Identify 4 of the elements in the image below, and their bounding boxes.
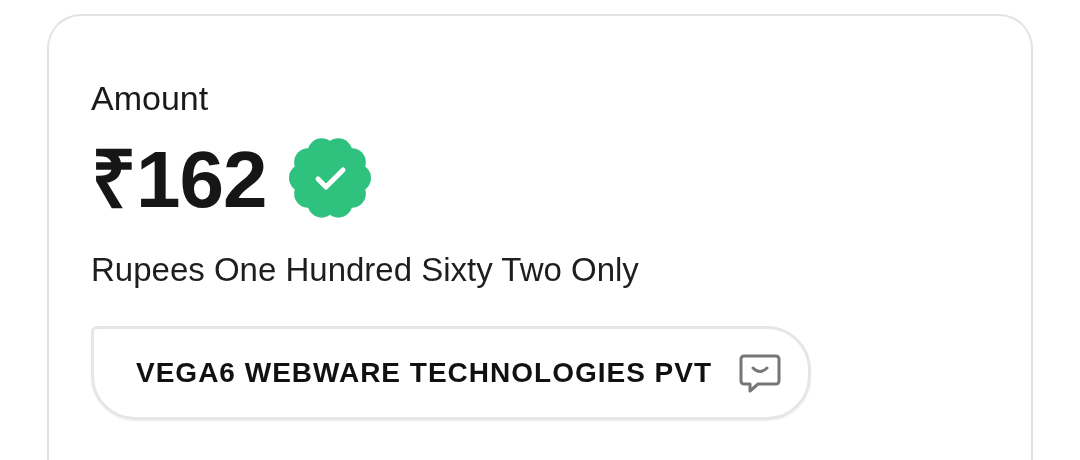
amount-value: ₹162 bbox=[91, 135, 267, 225]
amount-label: Amount bbox=[91, 78, 209, 118]
payee-name: VEGA6 WEBWARE TECHNOLOGIES PVT bbox=[136, 357, 713, 389]
amount-in-words: Rupees One Hundred Sixty Two Only bbox=[91, 250, 639, 290]
